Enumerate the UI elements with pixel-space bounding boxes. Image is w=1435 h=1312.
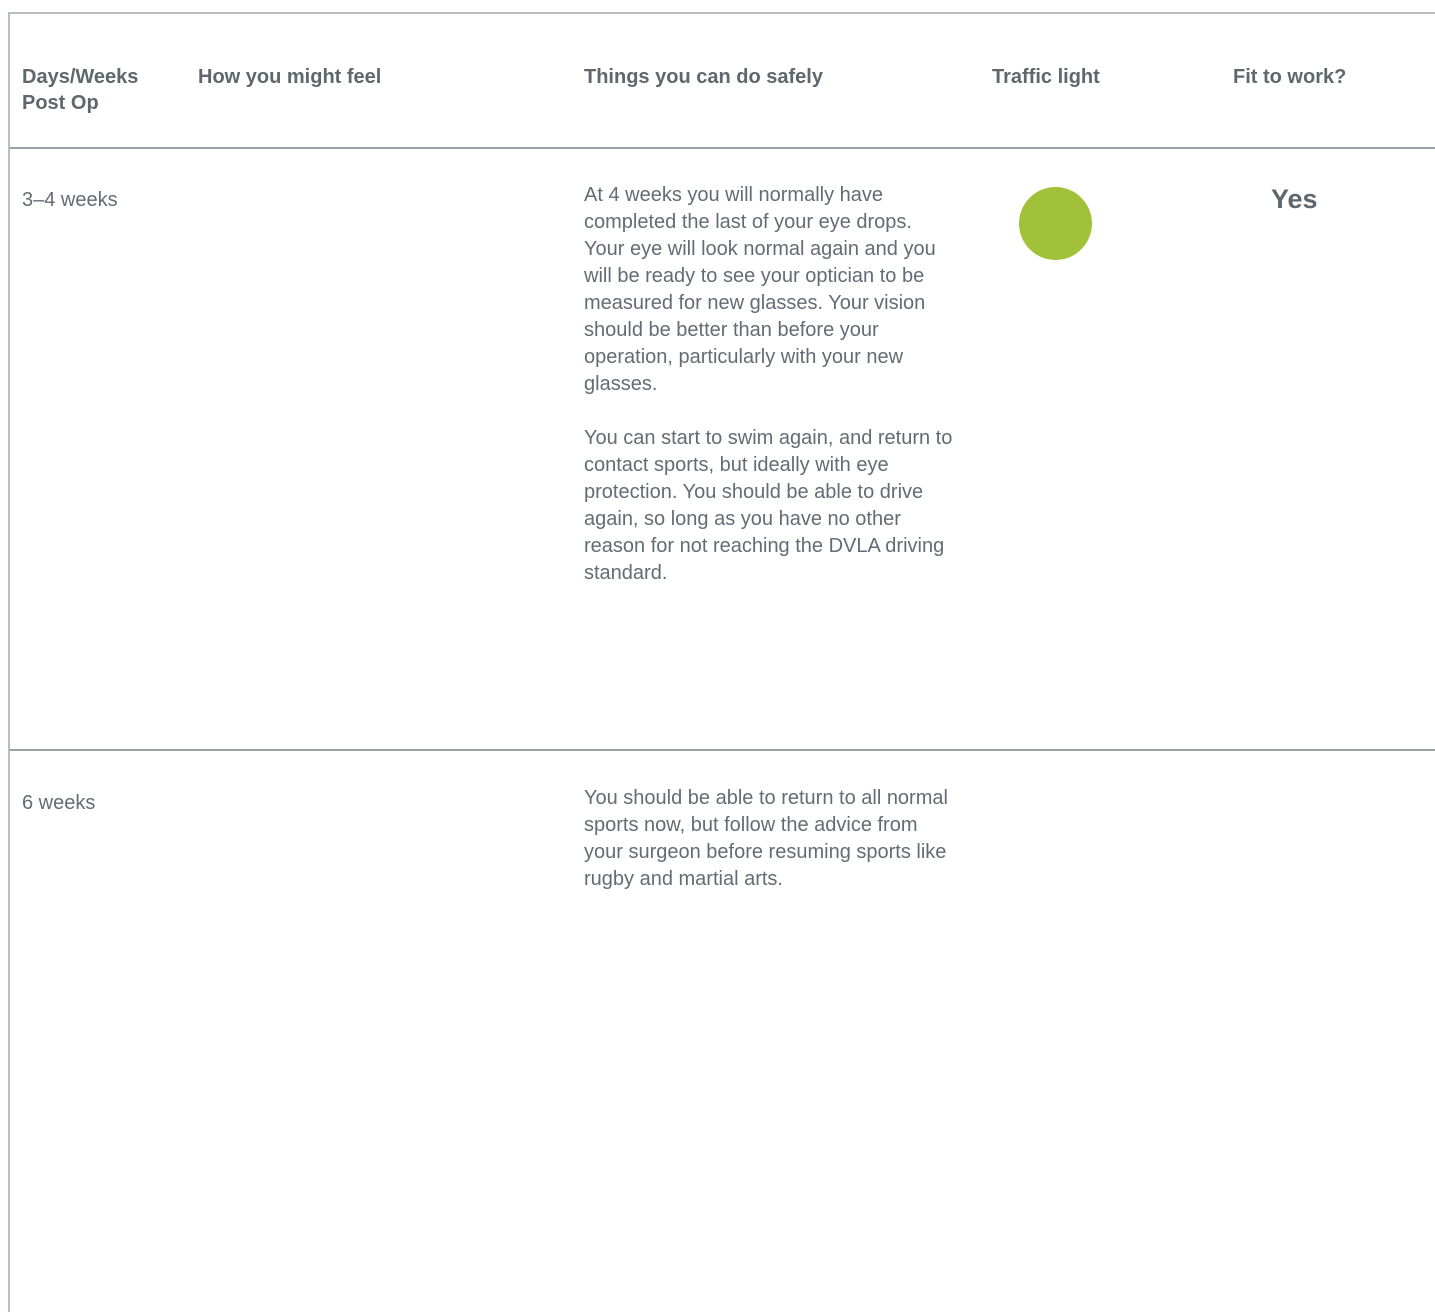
- traffic-light-green-icon: [1019, 187, 1092, 260]
- row-divider: [10, 749, 1435, 751]
- row-divider: [10, 147, 1435, 149]
- column-header-fit-to-work: Fit to work?: [1233, 66, 1347, 88]
- column-header-feel: How you might feel: [198, 66, 382, 88]
- column-header-traffic-light: Traffic light: [992, 66, 1100, 88]
- row-1-safe-paragraph-2: You can start to swim again, and return …: [584, 427, 953, 584]
- column-header-days: Days/Weeks Post Op: [22, 66, 139, 114]
- row-1-safe-paragraph-1: At 4 weeks you will normally have comple…: [584, 184, 936, 395]
- row-1-fit-to-work: Yes: [1271, 184, 1318, 214]
- row-2-days: 6 weeks: [22, 792, 96, 814]
- row-2-safe-paragraph-1: You should be able to return to all norm…: [584, 787, 948, 890]
- row-1-days: 3–4 weeks: [22, 189, 118, 211]
- column-header-safe: Things you can do safely: [584, 66, 823, 88]
